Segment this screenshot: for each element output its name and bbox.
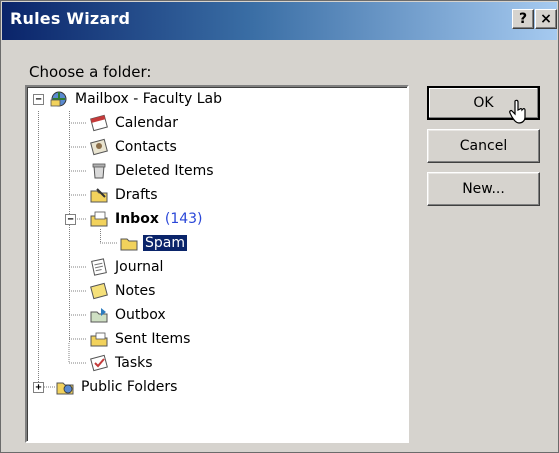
tree-label-selected: Spam bbox=[143, 235, 187, 251]
calendar-icon bbox=[90, 114, 108, 132]
tree-node-spam[interactable]: Spam bbox=[119, 232, 187, 254]
outbox-icon bbox=[90, 308, 108, 323]
help-button[interactable]: ? bbox=[512, 9, 534, 29]
tree-node-drafts[interactable]: Drafts bbox=[89, 184, 160, 206]
tree-label: Contacts bbox=[115, 139, 177, 155]
tree-node-calendar[interactable]: Calendar bbox=[89, 112, 180, 134]
tree-node-notes[interactable]: Notes bbox=[89, 280, 157, 302]
contacts-icon bbox=[90, 138, 108, 156]
choose-folder-label: Choose a folder: bbox=[29, 63, 152, 81]
new-folder-button[interactable]: New... bbox=[427, 172, 540, 206]
mailbox-icon bbox=[50, 91, 67, 107]
tree-node-mailbox[interactable]: Mailbox - Faculty Lab bbox=[49, 88, 224, 110]
tree-label: Mailbox - Faculty Lab bbox=[75, 91, 222, 107]
window-title: Rules Wizard bbox=[10, 9, 131, 28]
journal-icon bbox=[91, 258, 107, 276]
tree-label: Outbox bbox=[115, 307, 166, 323]
tree-label: Notes bbox=[115, 283, 156, 299]
tree-node-journal[interactable]: Journal bbox=[89, 256, 165, 278]
expand-public-folders-toggle[interactable]: + bbox=[33, 382, 44, 393]
folder-icon bbox=[120, 238, 138, 251]
inbox-icon bbox=[90, 211, 108, 227]
tree-node-contacts[interactable]: Contacts bbox=[89, 136, 179, 158]
tree-node-sent-items[interactable]: Sent Items bbox=[89, 328, 192, 350]
rules-wizard-dialog: Rules Wizard ? × Choose a folder: − Mail… bbox=[0, 0, 559, 453]
tree-node-deleted-items[interactable]: Deleted Items bbox=[89, 160, 216, 182]
tree-node-public-folders[interactable]: Public Folders bbox=[55, 376, 179, 398]
tree-label: Public Folders bbox=[81, 379, 178, 395]
tree-label: Inbox bbox=[115, 211, 159, 227]
cancel-button[interactable]: Cancel bbox=[427, 129, 540, 163]
tree-node-tasks[interactable]: Tasks bbox=[89, 352, 155, 374]
tree-label: Deleted Items bbox=[115, 163, 214, 179]
tree-label: Calendar bbox=[115, 115, 178, 131]
title-bar[interactable]: Rules Wizard ? × bbox=[2, 2, 557, 40]
drafts-icon bbox=[90, 188, 108, 203]
deleted-items-icon bbox=[92, 163, 106, 179]
tree-label: Sent Items bbox=[115, 331, 191, 347]
public-folders-icon bbox=[56, 382, 74, 395]
mouse-pointer-icon bbox=[509, 99, 526, 124]
collapse-inbox-toggle[interactable]: − bbox=[65, 214, 76, 225]
tree-node-inbox[interactable]: Inbox (143) bbox=[89, 208, 203, 230]
sent-items-icon bbox=[90, 332, 108, 347]
unread-count: (143) bbox=[164, 211, 203, 227]
tree-label: Journal bbox=[115, 259, 164, 275]
tasks-icon bbox=[90, 354, 108, 372]
tree-label: Tasks bbox=[115, 355, 153, 371]
close-button[interactable]: × bbox=[535, 9, 557, 29]
tree-node-outbox[interactable]: Outbox bbox=[89, 304, 168, 326]
notes-icon bbox=[90, 282, 108, 300]
collapse-mailbox-toggle[interactable]: − bbox=[33, 94, 44, 105]
folder-tree[interactable]: − Mailbox - Faculty Lab Calendar Contact… bbox=[25, 85, 409, 443]
tree-label: Drafts bbox=[115, 187, 158, 203]
